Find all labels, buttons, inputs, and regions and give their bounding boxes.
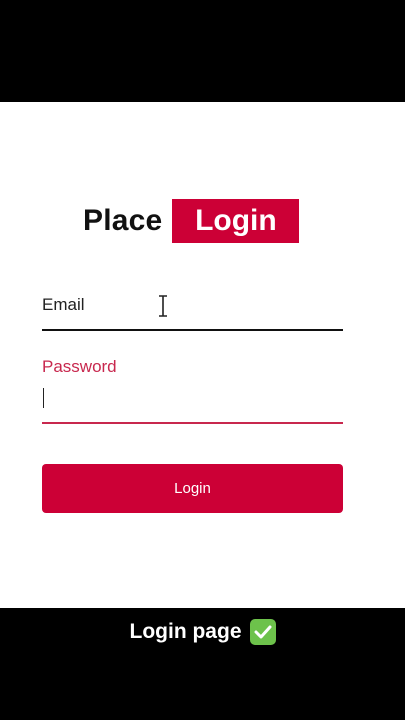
login-button[interactable]: Login [42,464,343,513]
video-frame: Place Login Email Password Login Login p… [0,0,405,720]
password-field[interactable]: Password [42,353,343,424]
caption-text: Login page [129,620,242,643]
text-cursor-icon [159,295,167,317]
logo-login-badge: Login [172,199,300,243]
email-label: Email [42,295,85,314]
caption: Login page [0,619,405,645]
check-mark-icon [249,619,276,645]
video-caption-bar: Login page [0,608,405,720]
password-label: Password [42,357,117,376]
logo-place-text: Place [83,204,163,237]
login-card: Place Login Email Password Login [0,102,405,608]
top-black-bar [0,0,405,102]
password-underline [42,422,343,424]
email-field[interactable]: Email [42,287,343,347]
email-input[interactable] [42,317,343,347]
text-caret [43,388,44,408]
email-underline [42,329,343,331]
password-input[interactable] [42,383,343,413]
site-logo: Place Login [83,198,300,244]
